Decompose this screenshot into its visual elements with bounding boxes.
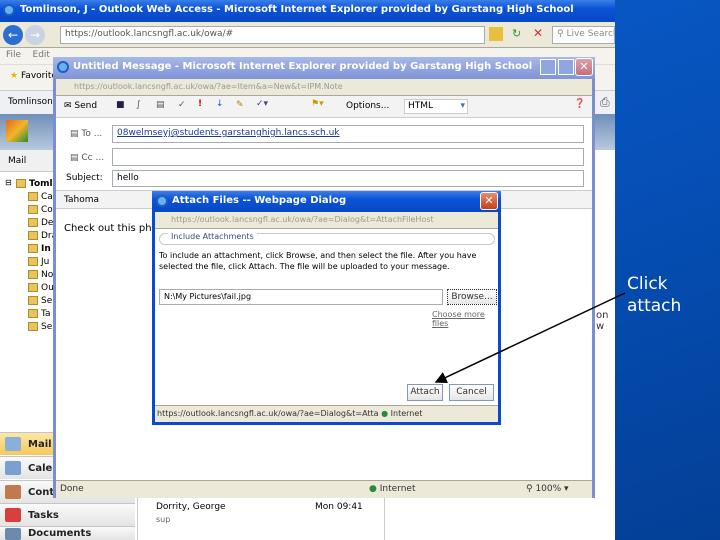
annotation-text: Click attach — [627, 273, 681, 317]
arrow-line — [434, 292, 626, 383]
annotation-line-2: attach — [627, 296, 682, 316]
annotation-arrow — [434, 292, 626, 383]
annotation-line-1: Click — [627, 274, 668, 294]
